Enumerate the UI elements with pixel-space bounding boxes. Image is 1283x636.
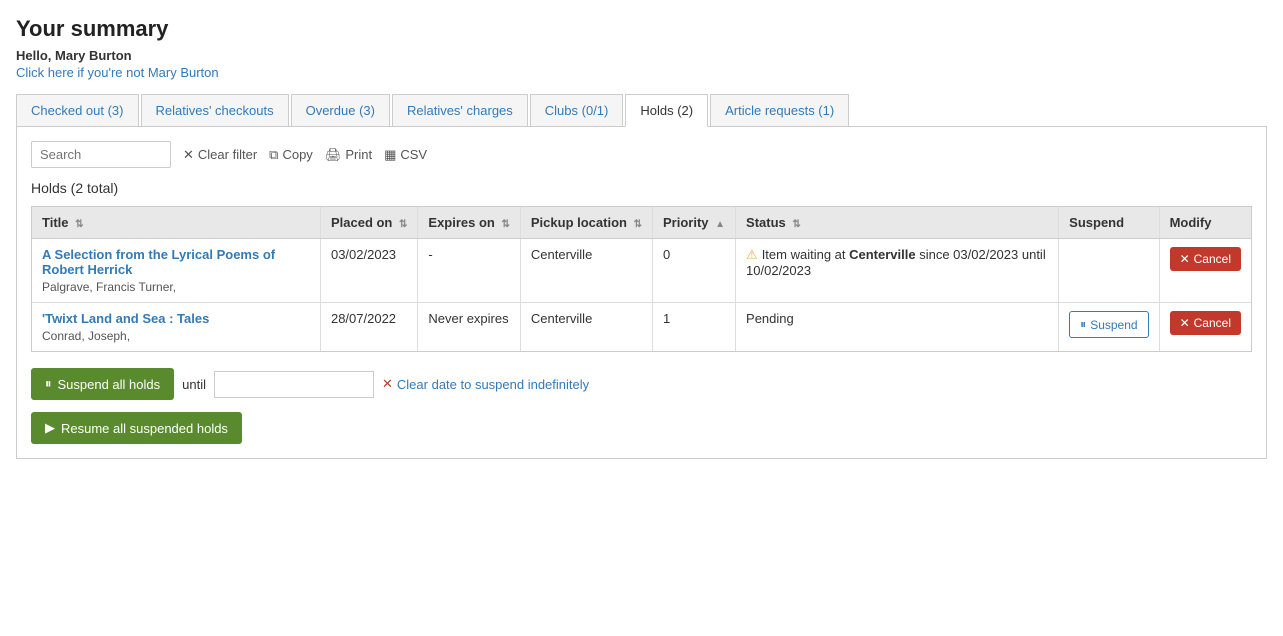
col-suspend: Suspend <box>1059 207 1159 239</box>
suspend-date-input[interactable] <box>214 371 374 398</box>
resume-all-icon: ▶ <box>45 420 55 436</box>
table-row: A Selection from the Lyrical Poems of Ro… <box>32 239 1251 303</box>
clear-date-link[interactable]: ✕ Clear date to suspend indefinitely <box>382 376 589 392</box>
suspend-all-button[interactable]: ⏸ Suspend all holds <box>31 368 174 400</box>
print-label: Print <box>345 147 372 162</box>
csv-button[interactable]: ▦ CSV <box>384 147 427 163</box>
row2-cancel-button[interactable]: ✕ Cancel <box>1170 311 1241 335</box>
copy-icon: ⧉ <box>269 147 278 163</box>
table-header-row: Title ⇅ Placed on ⇅ Expires on ⇅ Pickup … <box>32 207 1251 239</box>
clear-filter-icon: ✕ <box>183 147 194 163</box>
col-pickup-location[interactable]: Pickup location ⇅ <box>520 207 652 239</box>
not-you-link[interactable]: Click here if you're not Mary Burton <box>16 65 219 80</box>
row2-pickup-location: Centerville <box>520 303 652 352</box>
row2-suspend-cell: ⏸ Suspend <box>1059 303 1159 352</box>
toolbar: ✕ Clear filter ⧉ Copy 🖨 Print ▦ CSV <box>31 141 1252 168</box>
greeting-text: Hello, <box>16 48 55 63</box>
row2-suspend-label: Suspend <box>1090 318 1137 332</box>
tab-holds[interactable]: Holds (2) <box>625 94 708 127</box>
clear-date-label: Clear date to suspend indefinitely <box>397 377 589 392</box>
row2-expires-on: Never expires <box>418 303 520 352</box>
row1-cancel-button[interactable]: ✕ Cancel <box>1170 247 1241 271</box>
row2-priority: 1 <box>652 303 735 352</box>
print-icon: 🖨 <box>325 147 342 163</box>
tab-relatives-charges[interactable]: Relatives' charges <box>392 94 528 126</box>
suspend-all-row: ⏸ Suspend all holds until ✕ Clear date t… <box>31 368 1252 400</box>
page-title: Your summary <box>16 16 1267 42</box>
tab-overdue[interactable]: Overdue (3) <box>291 94 390 126</box>
sort-expires-on-icon: ⇅ <box>502 219 510 230</box>
until-label: until <box>182 377 206 392</box>
holds-table-wrapper: Title ⇅ Placed on ⇅ Expires on ⇅ Pickup … <box>31 206 1252 352</box>
row1-modify-cell: ✕ Cancel <box>1159 239 1251 303</box>
row1-suspend-cell <box>1059 239 1159 303</box>
row2-author: Conrad, Joseph, <box>42 329 310 343</box>
row2-status: Pending <box>736 303 1059 352</box>
resume-all-button[interactable]: ▶ Resume all suspended holds <box>31 412 242 444</box>
holds-count: Holds (2 total) <box>31 180 1252 196</box>
greeting: Hello, Mary Burton <box>16 48 1267 63</box>
tab-clubs[interactable]: Clubs (0/1) <box>530 94 624 126</box>
sort-title-icon: ⇅ <box>75 219 83 230</box>
clear-filter-label: Clear filter <box>198 147 257 162</box>
row1-title-cell: A Selection from the Lyrical Poems of Ro… <box>32 239 320 303</box>
suspend-all-label: Suspend all holds <box>58 377 161 392</box>
sort-status-icon: ⇅ <box>792 219 800 230</box>
user-name: Mary Burton <box>55 48 132 63</box>
suspend-all-icon: ⏸ <box>45 376 52 392</box>
clear-date-icon: ✕ <box>382 376 393 392</box>
col-priority[interactable]: Priority ▲ <box>652 207 735 239</box>
resume-all-row: ▶ Resume all suspended holds <box>31 412 1252 444</box>
row2-title-link[interactable]: 'Twixt Land and Sea : Tales <box>42 311 209 326</box>
col-expires-on[interactable]: Expires on ⇅ <box>418 207 520 239</box>
row1-placed-on: 03/02/2023 <box>320 239 417 303</box>
holds-table: Title ⇅ Placed on ⇅ Expires on ⇅ Pickup … <box>32 207 1251 351</box>
row2-suspend-button[interactable]: ⏸ Suspend <box>1069 311 1148 338</box>
tab-article-requests[interactable]: Article requests (1) <box>710 94 849 126</box>
sort-pickup-icon: ⇅ <box>634 219 642 230</box>
col-modify: Modify <box>1159 207 1251 239</box>
copy-button[interactable]: ⧉ Copy <box>269 147 313 163</box>
print-button[interactable]: 🖨 Print <box>325 147 372 163</box>
clear-filter-button[interactable]: ✕ Clear filter <box>183 147 257 163</box>
resume-all-label: Resume all suspended holds <box>61 421 228 436</box>
search-input[interactable] <box>31 141 171 168</box>
bottom-actions: ⏸ Suspend all holds until ✕ Clear date t… <box>31 368 1252 444</box>
row2-cancel-label: Cancel <box>1194 316 1231 330</box>
csv-icon: ▦ <box>384 147 396 163</box>
tab-checked-out[interactable]: Checked out (3) <box>16 94 139 126</box>
row1-expires-on: - <box>418 239 520 303</box>
col-status[interactable]: Status ⇅ <box>736 207 1059 239</box>
row2-suspend-icon: ⏸ <box>1080 317 1086 332</box>
row1-priority: 0 <box>652 239 735 303</box>
row2-placed-on: 28/07/2022 <box>320 303 417 352</box>
row1-cancel-label: Cancel <box>1194 252 1231 266</box>
row1-cancel-icon: ✕ <box>1180 252 1190 266</box>
sort-priority-icon: ▲ <box>715 219 725 230</box>
tab-relatives-checkouts[interactable]: Relatives' checkouts <box>141 94 289 126</box>
row1-author: Palgrave, Francis Turner, <box>42 280 310 294</box>
row1-status: ⚠Item waiting at Centerville since 03/02… <box>736 239 1059 303</box>
tabs-container: Checked out (3) Relatives' checkouts Ove… <box>16 94 1267 127</box>
table-row: 'Twixt Land and Sea : Tales Conrad, Jose… <box>32 303 1251 352</box>
sort-placed-on-icon: ⇅ <box>399 219 407 230</box>
copy-label: Copy <box>282 147 312 162</box>
row1-pickup-location: Centerville <box>520 239 652 303</box>
col-placed-on[interactable]: Placed on ⇅ <box>320 207 417 239</box>
row1-status-bold: Centerville <box>849 247 915 262</box>
row2-title-cell: 'Twixt Land and Sea : Tales Conrad, Jose… <box>32 303 320 352</box>
row1-title-link[interactable]: A Selection from the Lyrical Poems of Ro… <box>42 247 275 277</box>
row2-cancel-icon: ✕ <box>1180 316 1190 330</box>
csv-label: CSV <box>400 147 427 162</box>
content-area: ✕ Clear filter ⧉ Copy 🖨 Print ▦ CSV Hold… <box>16 127 1267 459</box>
col-title[interactable]: Title ⇅ <box>32 207 320 239</box>
row2-modify-cell: ✕ Cancel <box>1159 303 1251 352</box>
row1-status-icon: ⚠ <box>746 247 758 262</box>
